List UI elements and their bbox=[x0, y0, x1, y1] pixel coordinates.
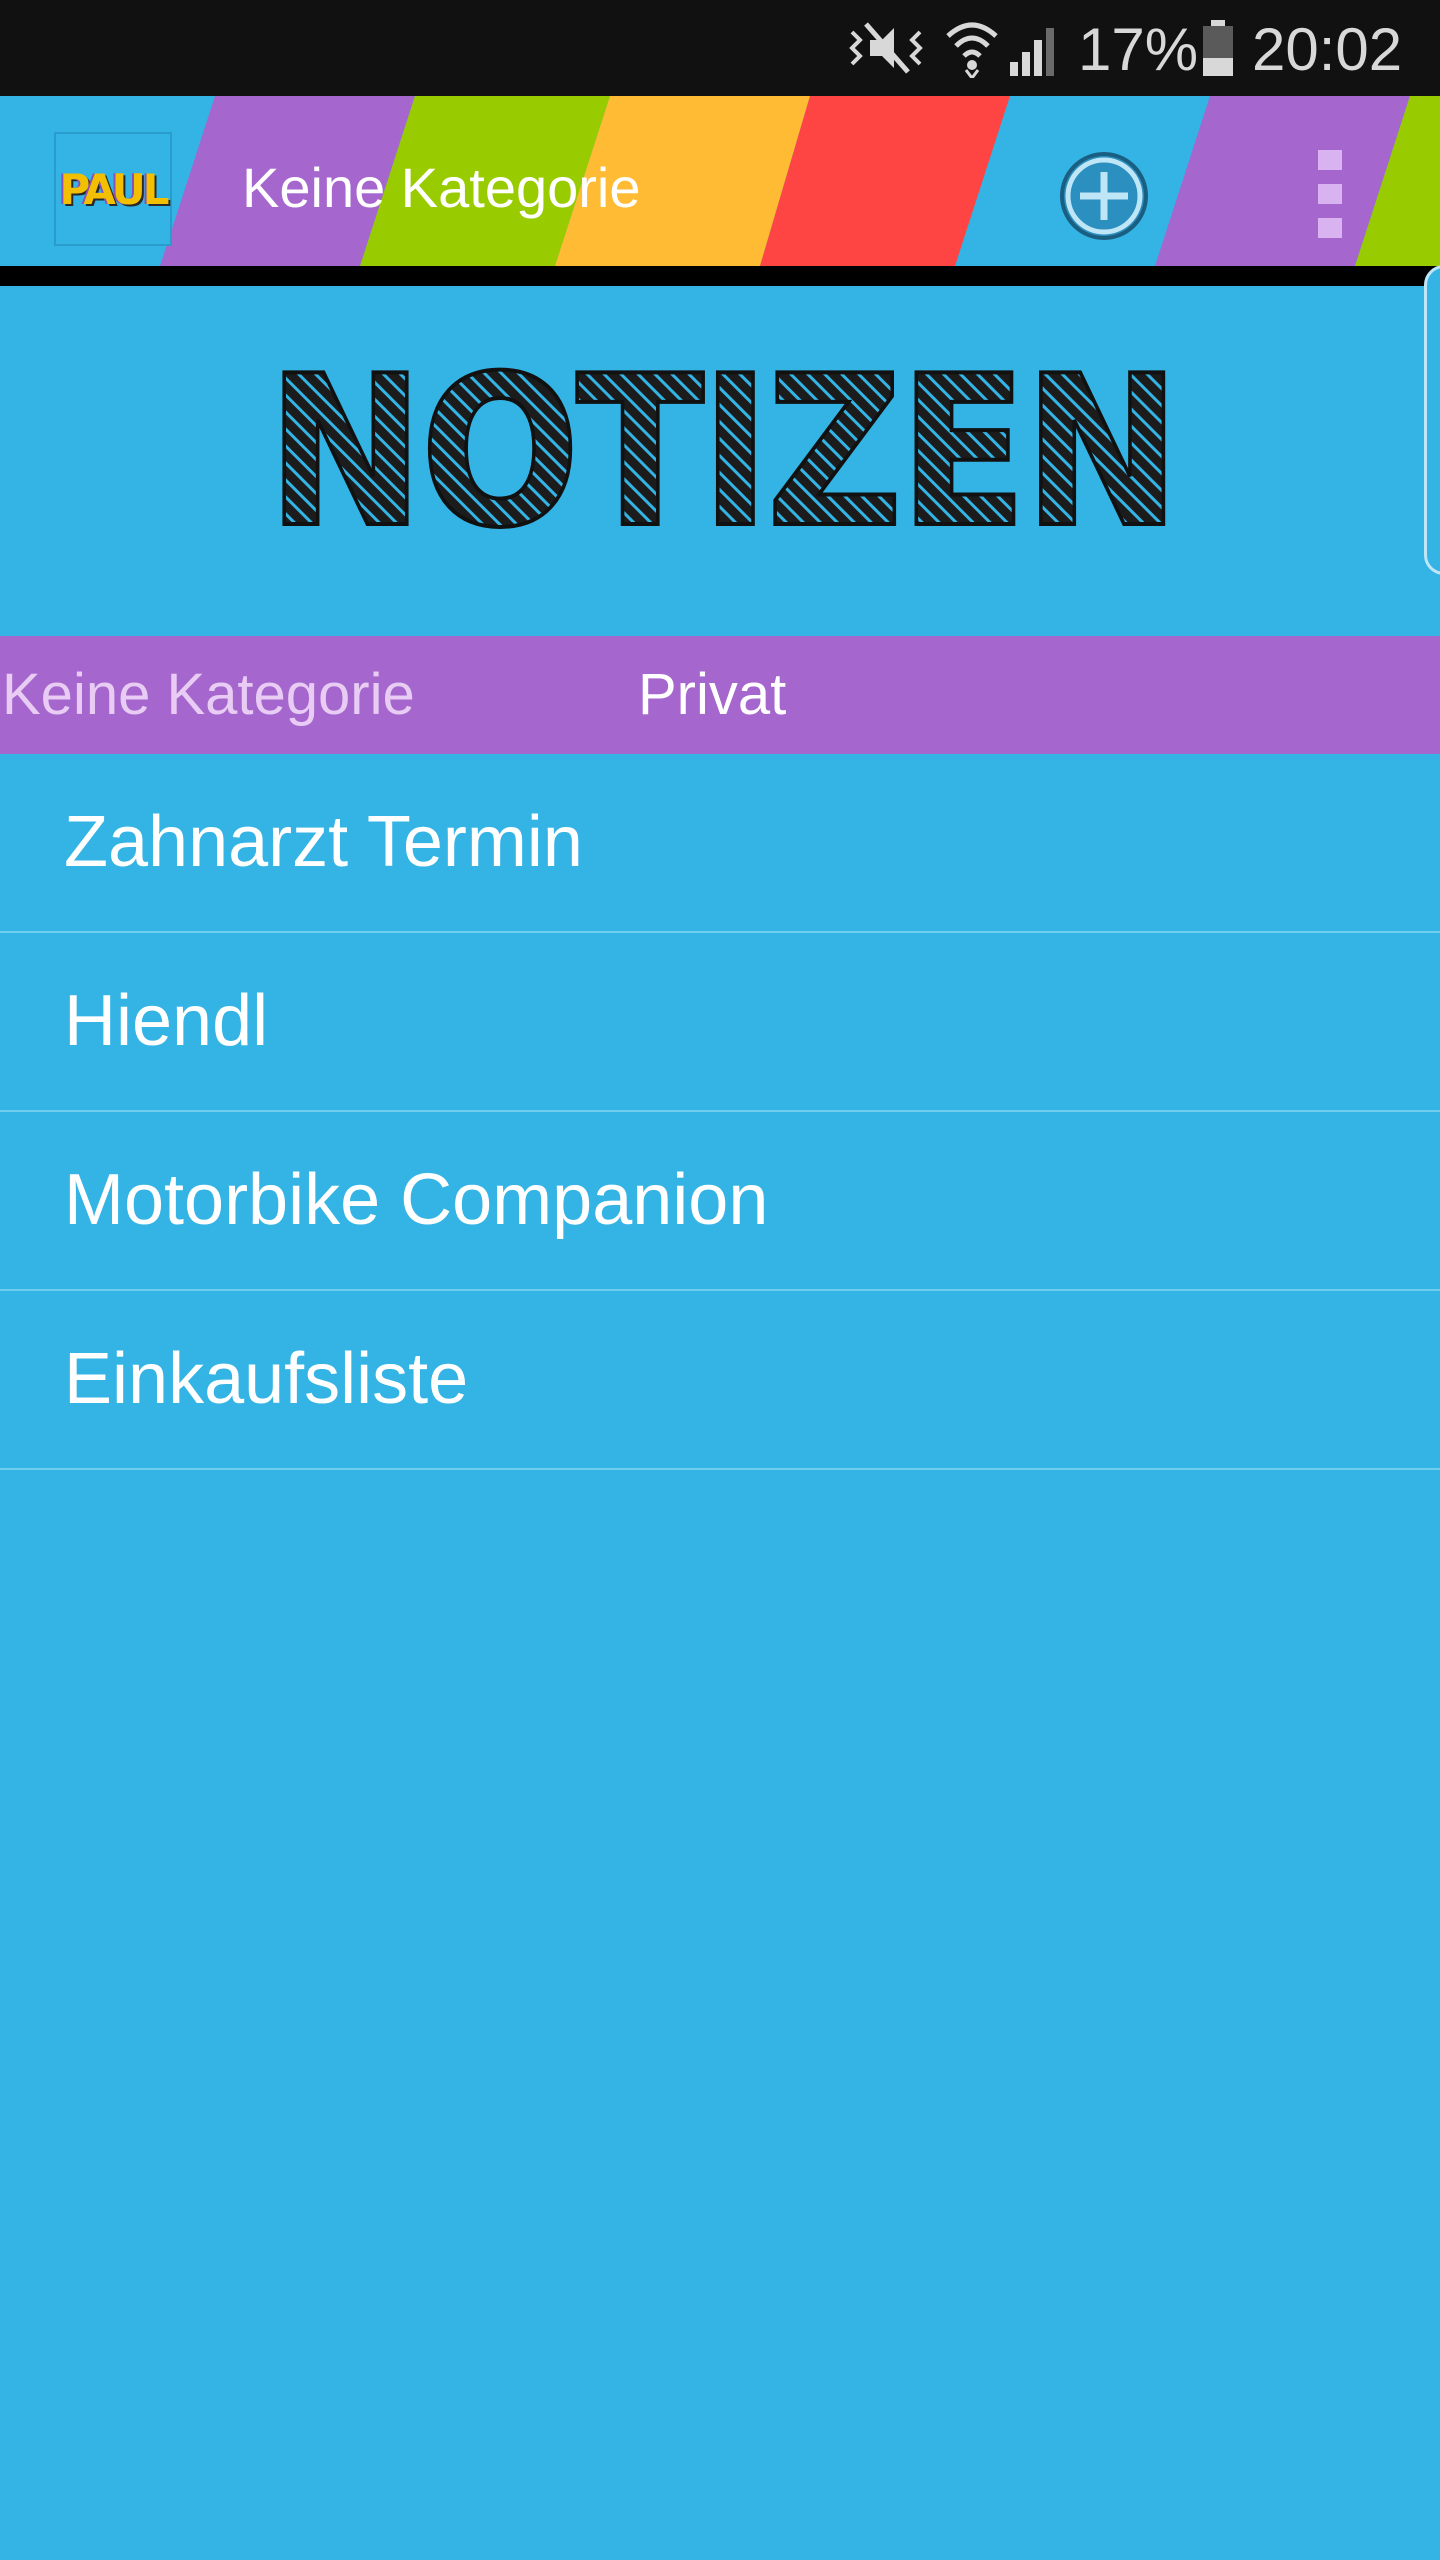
overflow-menu-icon[interactable] bbox=[1310, 150, 1350, 240]
note-item-zahnarzt-termin[interactable]: Zahnarzt Termin bbox=[0, 754, 1440, 933]
wifi-icon bbox=[946, 22, 998, 78]
add-circle-icon[interactable] bbox=[1056, 148, 1152, 244]
signal-icon bbox=[1010, 28, 1054, 76]
overflow-dot bbox=[1318, 150, 1342, 170]
action-bar: PAUL Keine Kategorie bbox=[0, 96, 1440, 266]
note-item-hiendl[interactable]: Hiendl bbox=[0, 933, 1440, 1112]
tab-keine-kategorie[interactable]: Keine Kategorie bbox=[2, 636, 415, 754]
clock: 20:02 bbox=[1252, 16, 1403, 83]
header-banner: NOTIZEN bbox=[0, 286, 1440, 636]
drawer-handle[interactable] bbox=[1424, 265, 1440, 575]
app-logo-text: PAUL bbox=[59, 164, 169, 214]
overflow-dot bbox=[1318, 184, 1342, 204]
category-tabs: Keine Kategorie Privat bbox=[0, 636, 1440, 754]
overflow-dot bbox=[1318, 218, 1342, 238]
app-logo[interactable]: PAUL bbox=[54, 132, 172, 246]
battery-percent: 17% bbox=[1078, 16, 1199, 83]
notizen-title: NOTIZEN bbox=[265, 346, 1182, 546]
status-bar: 17% 20:02 bbox=[0, 0, 1440, 96]
action-bar-title: Keine Kategorie bbox=[242, 156, 641, 219]
notes-list: Zahnarzt Termin Hiendl Motorbike Compani… bbox=[0, 754, 1440, 1470]
action-bar-shadow bbox=[0, 266, 1440, 286]
note-item-motorbike-companion[interactable]: Motorbike Companion bbox=[0, 1112, 1440, 1291]
tab-privat[interactable]: Privat bbox=[638, 636, 786, 754]
note-item-einkaufsliste[interactable]: Einkaufsliste bbox=[0, 1291, 1440, 1470]
battery-icon bbox=[1203, 20, 1233, 76]
mute-icon bbox=[849, 22, 923, 74]
notizen-title-text: NOTIZEN bbox=[267, 346, 1177, 546]
rainbow-stripes-background bbox=[0, 96, 1440, 266]
